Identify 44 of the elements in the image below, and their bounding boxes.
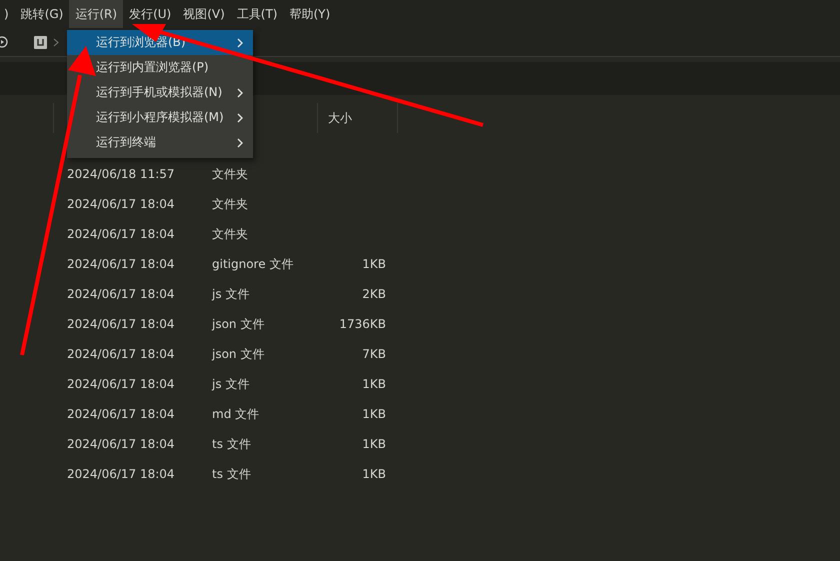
table-cell-text: 2024/06/17 18:04 (67, 287, 176, 301)
table-cell-text: 2024/06/18 11:57 (67, 167, 176, 181)
table-cell-text: 2024/06/17 18:04 (67, 257, 176, 271)
table-cell-text: md 文件 (212, 406, 260, 422)
table-cell-text: 1KB (361, 407, 386, 421)
menu-item[interactable]: 视图(V) (177, 0, 231, 28)
menu-item[interactable]: 运行(R) (69, 0, 124, 28)
table-cell-text: ts 文件 (212, 466, 252, 482)
table-cell-text: 文件夹 (212, 196, 249, 212)
table-cell-text: 文件夹 (212, 226, 249, 242)
project-icon[interactable] (34, 36, 47, 48)
table-cell-text: 2024/06/17 18:04 (67, 227, 176, 241)
table-cell-text: 1KB (361, 257, 386, 271)
menu-item[interactable]: 运行到手机或模拟器(N) (67, 80, 253, 105)
table-cell-text: gitignore 文件 (212, 256, 294, 272)
table-cell-text: 2024/06/17 18:04 (67, 317, 176, 331)
table-cell-text: 2024/06/17 18:04 (67, 437, 176, 451)
table-cell-text: js 文件 (212, 376, 250, 392)
menu-item[interactable]: 运行到终端 (67, 130, 253, 155)
table-cell-text: 文件夹 (212, 166, 249, 182)
menu-item[interactable]: ) (0, 0, 15, 28)
table-cell-text: 1736KB (338, 317, 386, 331)
table-cell-text: 2024/06/17 18:04 (67, 407, 176, 421)
table-cell-text: 1KB (361, 377, 386, 391)
table-cell-text: 2KB (361, 287, 386, 301)
table-cell-text: 7KB (361, 347, 386, 361)
column-header[interactable]: 大小 (328, 110, 352, 126)
menu-item[interactable]: 运行到小程序模拟器(M) (67, 105, 253, 130)
menu-item[interactable]: 帮助(Y) (284, 0, 336, 28)
table-cell-text: 2024/06/17 18:04 (67, 347, 176, 361)
table-cell-text: json 文件 (212, 346, 266, 362)
menu-item[interactable]: 跳转(G) (14, 0, 70, 28)
table-cell-text: js 文件 (212, 286, 250, 302)
table-cell-text: ts 文件 (212, 436, 252, 452)
table-cell-text: 2024/06/17 18:04 (67, 197, 176, 211)
menu-item[interactable]: 发行(U) (123, 0, 178, 28)
table-cell-text: 2024/06/17 18:04 (67, 377, 176, 391)
table-cell-text: 1KB (361, 467, 386, 481)
chevron-icon (53, 38, 59, 46)
table-cell-text: 2024/06/17 18:04 (67, 467, 176, 481)
table-cell-text: 1KB (361, 437, 386, 451)
menu-item[interactable]: 运行到内置浏览器(P) (67, 55, 253, 80)
table-cell-text: json 文件 (212, 316, 266, 332)
menu-item[interactable]: 工具(T) (230, 0, 284, 28)
